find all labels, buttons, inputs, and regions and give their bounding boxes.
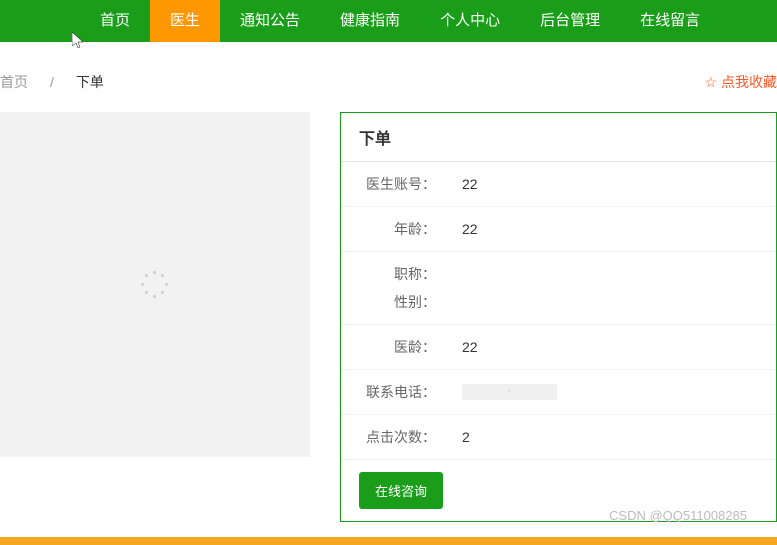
nav-bar: 首页 医生 通知公告 健康指南 个人中心 后台管理 在线留言 <box>0 0 777 42</box>
field-label: 年龄： <box>359 219 444 239</box>
field-row-phone: 联系电话： · <box>341 370 776 415</box>
footer-bar <box>0 537 777 545</box>
nav-item-home[interactable]: 首页 <box>80 0 150 42</box>
star-icon: ☆ <box>704 74 717 91</box>
nav-item-personal[interactable]: 个人中心 <box>420 0 520 42</box>
field-row-years: 医龄： 22 <box>341 325 776 370</box>
field-row-age: 年龄： 22 <box>341 207 776 252</box>
nav-item-admin[interactable]: 后台管理 <box>520 0 620 42</box>
nav-item-message[interactable]: 在线留言 <box>620 0 720 42</box>
field-row-clicks: 点击次数： 2 <box>341 415 776 460</box>
favorite-label: 点我收藏 <box>721 72 777 92</box>
field-label: 联系电话： <box>359 382 444 402</box>
consult-button[interactable]: 在线咨询 <box>359 472 443 509</box>
field-value: 22 <box>444 176 478 192</box>
breadcrumb-home[interactable]: 首页 <box>0 72 28 92</box>
panel-title: 下单 <box>341 113 776 162</box>
image-placeholder <box>0 112 310 457</box>
field-value-masked: · <box>444 384 557 400</box>
field-label: 医龄： <box>359 337 444 357</box>
nav-item-health-guide[interactable]: 健康指南 <box>320 0 420 42</box>
field-value: 2 <box>444 429 470 445</box>
field-label: 职称： <box>359 264 444 284</box>
content-area: 下单 医生账号： 22 年龄： 22 职称： 性别： 医龄： 22 联系电话： … <box>0 112 777 537</box>
watermark: CSDN @QQ511008285 <box>609 508 747 523</box>
field-row-title: 职称： <box>341 252 776 288</box>
field-row-gender: 性别： <box>341 288 776 325</box>
breadcrumb-separator: / <box>50 74 54 90</box>
breadcrumb-row: 首页 / 下单 ☆ 点我收藏 <box>0 42 777 112</box>
field-value: 22 <box>444 221 478 237</box>
field-row-doctor-account: 医生账号： 22 <box>341 162 776 207</box>
favorite-link[interactable]: ☆ 点我收藏 <box>704 72 777 92</box>
field-label: 点击次数： <box>359 427 444 447</box>
field-label: 医生账号： <box>359 174 444 194</box>
detail-panel: 下单 医生账号： 22 年龄： 22 职称： 性别： 医龄： 22 联系电话： … <box>340 112 777 522</box>
loading-spinner-icon <box>141 271 169 299</box>
nav-item-doctor[interactable]: 医生 <box>150 0 220 42</box>
field-label: 性别： <box>359 292 444 312</box>
breadcrumb: 首页 / 下单 <box>0 72 104 92</box>
field-value: 22 <box>444 339 478 355</box>
breadcrumb-current: 下单 <box>76 72 104 92</box>
nav-item-notice[interactable]: 通知公告 <box>220 0 320 42</box>
